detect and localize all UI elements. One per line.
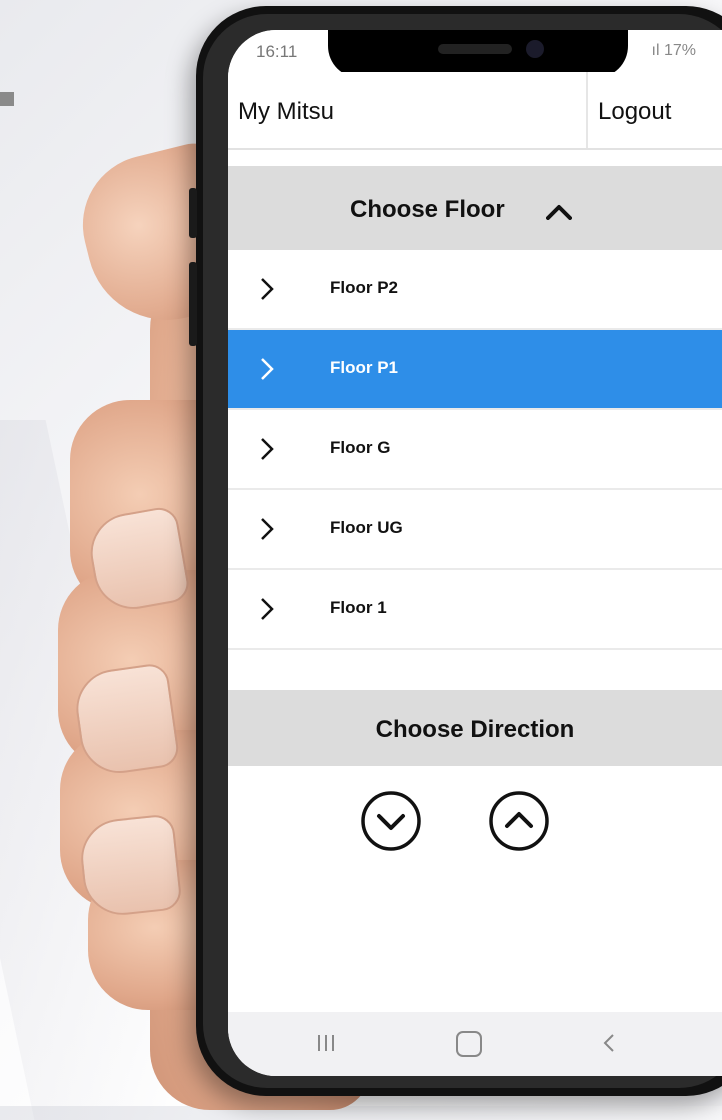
home-icon[interactable] <box>456 1031 482 1057</box>
floor-item[interactable]: Floor UG <box>228 490 722 570</box>
system-nav-bar <box>228 1012 722 1076</box>
status-time: 16:11 <box>256 42 298 61</box>
back-icon[interactable] <box>602 1032 616 1054</box>
chevron-right-icon <box>261 358 274 380</box>
floor-item-label: Floor P1 <box>330 358 399 377</box>
chevron-right-icon <box>261 278 274 300</box>
background-mark <box>0 92 14 106</box>
choose-floor-title: Choose Floor <box>350 196 505 223</box>
chevron-up-icon <box>546 205 572 220</box>
speaker-grille <box>438 44 512 54</box>
floor-item-label: Floor 1 <box>330 598 387 617</box>
choose-direction-header: Choose Direction <box>228 690 722 766</box>
logout-button[interactable]: Logout <box>586 72 722 148</box>
floor-item[interactable]: Floor 1 <box>228 570 722 650</box>
floor-item-label: Floor G <box>330 438 391 457</box>
front-camera <box>526 40 544 58</box>
floor-item[interactable]: Floor P2 <box>228 250 722 330</box>
chevron-right-icon <box>261 518 274 540</box>
choose-floor-header[interactable]: Choose Floor <box>228 166 722 250</box>
circle-chevron-up-icon[interactable] <box>488 790 550 852</box>
floor-item-label: Floor P2 <box>330 278 399 297</box>
chevron-right-icon <box>261 438 274 460</box>
phone-side-button <box>189 188 197 238</box>
phone-notch <box>328 30 628 78</box>
chevron-right-icon <box>261 598 274 620</box>
logout-label: Logout <box>598 98 672 125</box>
choose-direction-title: Choose Direction <box>375 716 575 743</box>
phone-side-button <box>189 262 197 346</box>
app-title: My Mitsu <box>238 98 334 125</box>
status-battery-signal: ıl 17% <box>651 42 696 59</box>
recent-apps-icon[interactable] <box>314 1032 338 1054</box>
floor-item[interactable]: Floor P1 <box>228 330 722 410</box>
circle-chevron-down-icon[interactable] <box>360 790 422 852</box>
floor-item-label: Floor UG <box>330 518 403 537</box>
phone-screen: 16:11 ıl 17% My Mitsu Logout Choose Floo… <box>228 30 722 1076</box>
floor-item[interactable]: Floor G <box>228 410 722 490</box>
app-bar: My Mitsu Logout <box>228 72 722 150</box>
